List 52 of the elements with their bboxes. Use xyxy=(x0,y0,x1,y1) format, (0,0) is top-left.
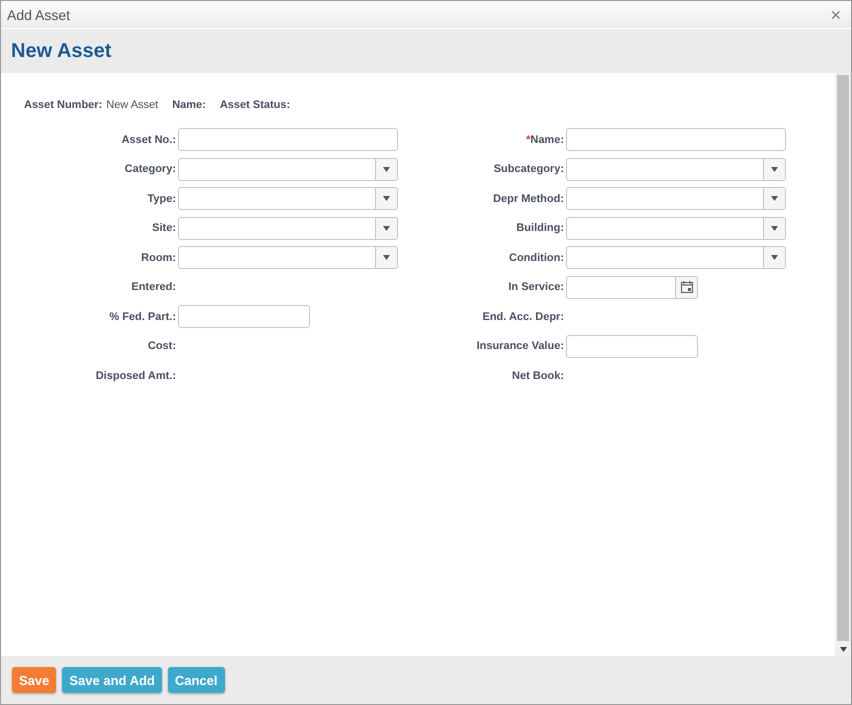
caret-icon xyxy=(383,255,390,260)
summary-label: Asset Status: xyxy=(220,99,290,111)
field-label: Type: xyxy=(146,192,177,205)
field-label: Site: xyxy=(151,222,177,234)
summary-label: Asset Number: xyxy=(24,99,102,111)
scrollbar[interactable] xyxy=(835,73,851,656)
field-label: Asset No.: xyxy=(120,134,177,146)
summary-label: Name: xyxy=(172,99,206,111)
save-button[interactable]: Save xyxy=(12,667,56,693)
text-field[interactable] xyxy=(178,305,310,328)
field-label: Cost: xyxy=(146,340,177,352)
down-arrow-icon xyxy=(840,647,846,652)
dropdown-field[interactable] xyxy=(566,158,786,181)
summary-value: New Asset xyxy=(106,99,158,111)
action-button[interactable]: Save and Add xyxy=(62,667,162,693)
text-field[interactable] xyxy=(178,128,398,152)
dropdown-field[interactable] xyxy=(566,246,786,270)
field-label: Disposed Amt.: xyxy=(94,370,177,382)
field-label: *Name: xyxy=(525,134,565,146)
field-label: Insurance Value: xyxy=(476,340,565,352)
caret-icon xyxy=(383,166,390,172)
action-button[interactable]: Cancel xyxy=(168,667,224,693)
text-field[interactable] xyxy=(566,128,786,152)
field-label: Room: xyxy=(140,252,177,264)
field-label: Condition: xyxy=(508,252,565,264)
field-label: Building: xyxy=(515,222,565,234)
close-button[interactable]: × xyxy=(830,6,841,24)
field-label: Entered: xyxy=(130,281,177,294)
field-label: Subcategory: xyxy=(492,163,565,176)
caret-icon xyxy=(771,166,778,172)
field-label: In Service: xyxy=(507,281,565,294)
field-label: % Fed. Part.: xyxy=(108,310,177,323)
dropdown-field[interactable] xyxy=(178,216,398,240)
dropdown-field[interactable] xyxy=(178,246,398,270)
window-title: Add Asset xyxy=(7,6,70,22)
dropdown-field[interactable] xyxy=(178,158,398,181)
page-title: New Asset xyxy=(11,40,112,62)
dropdown-field[interactable] xyxy=(566,216,786,240)
field-label: Category: xyxy=(124,163,177,176)
caret-icon xyxy=(771,255,778,260)
dropdown-field[interactable] xyxy=(178,187,398,210)
caret-icon xyxy=(771,196,778,202)
calendar-icon xyxy=(680,281,692,294)
field-label: Net Book: xyxy=(511,370,565,382)
caret-icon xyxy=(383,196,390,202)
dropdown-field[interactable] xyxy=(566,187,786,210)
field-label: Depr Method: xyxy=(492,192,565,205)
field-label: End. Acc. Depr: xyxy=(482,310,565,323)
caret-icon xyxy=(771,226,778,231)
text-field[interactable] xyxy=(566,334,698,358)
date-field[interactable] xyxy=(566,276,698,299)
caret-icon xyxy=(383,226,390,231)
